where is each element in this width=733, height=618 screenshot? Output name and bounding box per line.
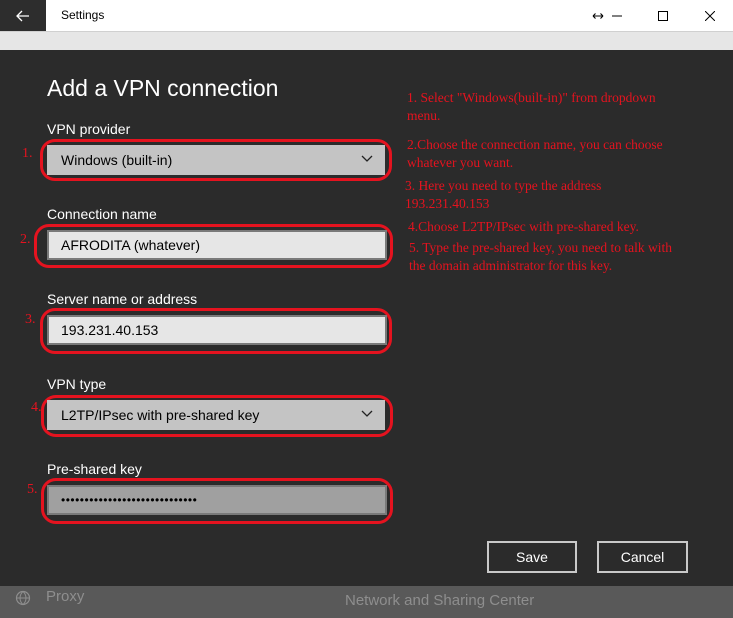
annotation-number: 4. <box>31 400 42 415</box>
globe-icon <box>15 590 31 610</box>
instruction-1-line1: 1. Select "Windows(built-in)" from dropd… <box>407 90 656 105</box>
window-title: Settings <box>61 8 105 22</box>
instruction-5-line1: 5. Type the pre-shared key, you need to … <box>409 240 672 255</box>
vpn-type-label: VPN type <box>47 376 107 392</box>
instruction-3: 3. Here you need to type the address 193… <box>405 177 601 213</box>
psk-value: ••••••••••••••••••••••••••••• <box>61 493 198 507</box>
connection-name-label: Connection name <box>47 206 157 222</box>
maximize-icon <box>658 10 668 21</box>
instruction-2: 2.Choose the connection name, you can ch… <box>407 136 663 172</box>
close-button[interactable] <box>687 0 733 31</box>
vpn-provider-select[interactable]: Windows (built-in) <box>47 145 385 175</box>
server-label: Server name or address <box>47 291 198 307</box>
vpn-type-select[interactable]: L2TP/IPsec with pre-shared key <box>47 400 385 430</box>
instruction-5-line2: the domain administrator for this key. <box>409 258 613 273</box>
instruction-2-line1: 2.Choose the connection name, you can ch… <box>407 137 663 152</box>
vpn-type-value: L2TP/IPsec with pre-shared key <box>61 407 260 423</box>
psk-label: Pre-shared key <box>47 461 142 477</box>
instruction-2-line2: whatever you want. <box>407 155 514 170</box>
instruction-1-line2: menu. <box>407 108 441 123</box>
network-sharing-link[interactable]: Network and Sharing Center <box>345 592 534 609</box>
instruction-1: 1. Select "Windows(built-in)" from dropd… <box>407 89 656 125</box>
save-button[interactable]: Save <box>487 541 577 573</box>
server-input[interactable]: 193.231.40.153 <box>47 315 387 345</box>
annotation-number: 1. <box>22 146 33 161</box>
chevron-down-icon <box>361 410 373 417</box>
instruction-3-line2: 193.231.40.153 <box>405 196 490 211</box>
vpn-provider-value: Windows (built-in) <box>61 152 173 168</box>
server-value: 193.231.40.153 <box>61 322 159 338</box>
instruction-5: 5. Type the pre-shared key, you need to … <box>409 239 672 275</box>
connection-name-value: AFRODITA (whatever) <box>61 237 200 253</box>
connection-name-input[interactable]: AFRODITA (whatever) <box>47 230 387 260</box>
minimize-button[interactable] <box>594 0 640 31</box>
settings-background <box>0 32 733 50</box>
close-icon <box>705 10 715 21</box>
instruction-4: 4.Choose L2TP/IPsec with pre-shared key. <box>408 219 639 234</box>
dialog-heading: Add a VPN connection <box>47 75 279 101</box>
maximize-button[interactable] <box>640 0 686 31</box>
chevron-down-icon <box>361 155 373 162</box>
back-button[interactable] <box>0 0 46 31</box>
cancel-button[interactable]: Cancel <box>597 541 688 573</box>
annotation-number: 3. <box>25 312 36 327</box>
annotation-number: 2. <box>20 232 31 247</box>
proxy-nav-item[interactable]: Proxy <box>46 588 84 605</box>
instruction-3-line1: 3. Here you need to type the address <box>405 178 602 193</box>
vpn-provider-label: VPN provider <box>47 121 131 137</box>
back-arrow-icon <box>16 10 29 21</box>
minimize-icon <box>612 15 622 16</box>
annotation-number: 5. <box>27 482 38 497</box>
psk-input[interactable]: ••••••••••••••••••••••••••••• <box>47 485 387 515</box>
